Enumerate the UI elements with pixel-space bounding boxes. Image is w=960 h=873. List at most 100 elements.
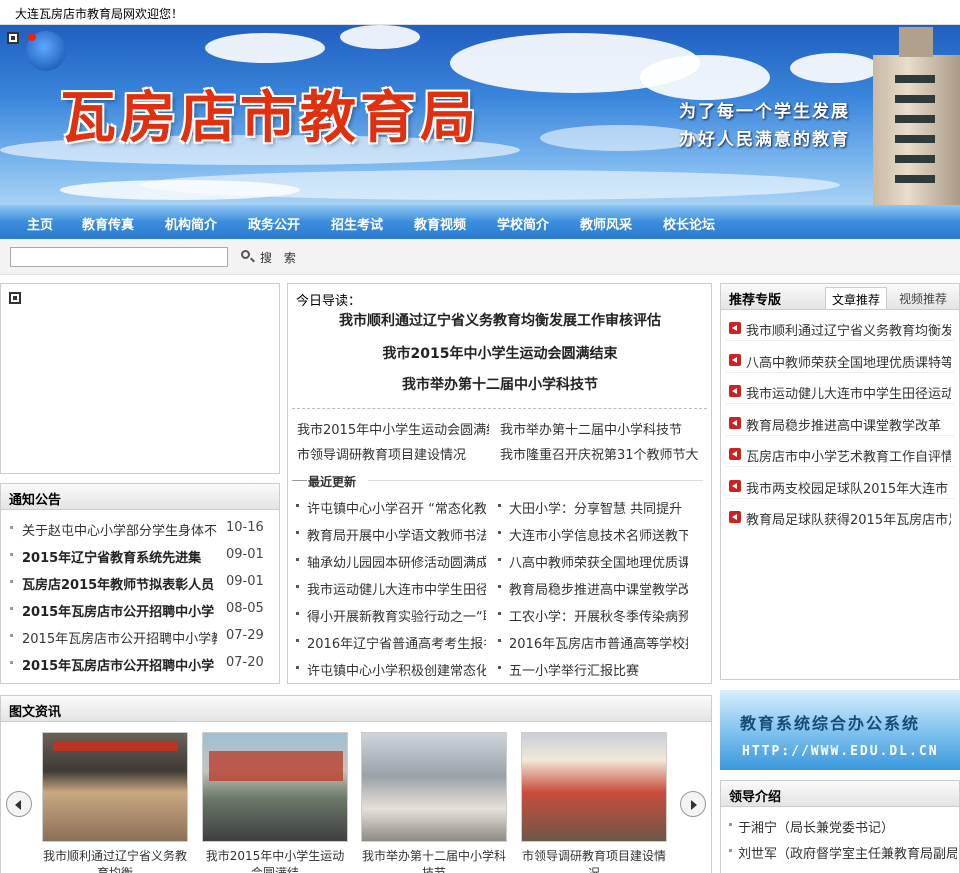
- notice-title-text[interactable]: 关于赵屯中心小学部分学生身体不适: [22, 520, 217, 539]
- updates-title: 最近更新: [308, 475, 357, 489]
- nav-teacher[interactable]: 教师风采: [580, 214, 632, 233]
- bullet-icon: [296, 639, 299, 642]
- nav-school-intro[interactable]: 学校简介: [497, 214, 549, 233]
- nav-video[interactable]: 教育视频: [414, 214, 466, 233]
- update-text[interactable]: 教育局稳步推进高中课堂教学改革: [509, 583, 688, 598]
- recommend-item[interactable]: 教育局足球队获得2015年瓦房店市足: [729, 509, 951, 528]
- update-item[interactable]: 教育局开展中小学语文教师书法培: [296, 525, 486, 544]
- notice-item[interactable]: 2015年瓦房店市公开招聘中小学教 07-29: [10, 628, 275, 647]
- update-item[interactable]: 大田小学：分享智慧 共同提升: [498, 498, 688, 517]
- recommend-text[interactable]: 瓦房店市中小学艺术教育工作自评情况: [746, 450, 951, 465]
- notice-item[interactable]: 2015年辽宁省教育系统先进集 09-01: [10, 547, 275, 566]
- photo-caption-3[interactable]: 我市举办第十二届中小学科技节: [359, 848, 509, 873]
- photo-caption-1[interactable]: 我市顺利通过辽宁省义务教育均衡: [40, 848, 190, 873]
- update-text[interactable]: 大连市小学信息技术名师送教下乡: [509, 529, 688, 544]
- notice-item[interactable]: 关于赵屯中心小学部分学生身体不适 10-16: [10, 520, 275, 539]
- recommend-text[interactable]: 我市运动健儿大连市中学生田径运动会: [746, 387, 951, 402]
- search-bar: 搜 索: [0, 239, 960, 275]
- tab-articles[interactable]: 文章推荐: [825, 287, 888, 309]
- update-item[interactable]: 2016年瓦房店市普通高等学校招: [498, 633, 688, 652]
- tab-videos[interactable]: 视频推荐: [893, 287, 953, 309]
- headline-1[interactable]: 我市顺利通过辽宁省义务教育均衡发展工作审核评估: [288, 310, 712, 330]
- update-text[interactable]: 2016年辽宁省普通高考考生报名: [307, 637, 486, 652]
- update-item[interactable]: 2016年辽宁省普通高考考生报名: [296, 633, 486, 652]
- bullet-icon: [498, 558, 501, 561]
- photo-caption-4[interactable]: 市领导调研教育项目建设情况: [519, 848, 669, 873]
- update-item[interactable]: 八高中教师荣获全国地理优质课特: [498, 552, 688, 571]
- recommend-item[interactable]: 我市运动健儿大连市中学生田径运动会: [729, 383, 951, 402]
- welcome-text: 大连瓦房店市教育局网欢迎您！: [15, 7, 184, 21]
- update-text[interactable]: 五一小学举行汇报比赛: [509, 664, 639, 679]
- today-link-1[interactable]: 我市2015年中小学生运动会圆满结: [297, 419, 489, 438]
- nav-org-intro[interactable]: 机构简介: [165, 214, 217, 233]
- update-item[interactable]: 许屯镇中心小学积极创建常态化教: [296, 660, 486, 679]
- photo-caption-2[interactable]: 我市2015年中小学生运动会圆满结: [200, 848, 350, 873]
- photo-3[interactable]: [361, 732, 507, 842]
- leader-item-1[interactable]: 于湘宁（局长兼党委书记）: [729, 817, 894, 836]
- update-text[interactable]: 大田小学：分享智慧 共同提升: [509, 502, 682, 517]
- nav-home[interactable]: 主页: [27, 214, 53, 233]
- update-item[interactable]: 大连市小学信息技术名师送教下乡: [498, 525, 688, 544]
- recommend-item[interactable]: 教育局稳步推进高中课堂教学改革: [729, 415, 951, 434]
- recommend-text[interactable]: 我市两支校园足球队2015年大连市: [746, 482, 948, 497]
- update-item[interactable]: 得小开展新教育实验行动之一“聆: [296, 606, 486, 625]
- notice-title-text[interactable]: 2015年瓦房店市公开招聘中小学: [22, 601, 217, 620]
- search-button[interactable]: 搜 索: [260, 249, 300, 266]
- update-text[interactable]: 许屯镇中心小学召开 “常态化教研: [307, 502, 486, 517]
- carousel-prev-icon[interactable]: [6, 791, 32, 817]
- headline-2[interactable]: 我市2015年中小学生运动会圆满结束: [288, 343, 712, 363]
- recommend-text[interactable]: 我市顺利通过辽宁省义务教育均衡发展: [746, 324, 951, 339]
- recommend-text[interactable]: 教育局稳步推进高中课堂教学改革: [746, 419, 941, 434]
- search-icon[interactable]: [241, 250, 250, 259]
- recommend-text[interactable]: 教育局足球队获得2015年瓦房店市足: [746, 513, 951, 528]
- bullet-icon: [296, 531, 299, 534]
- update-item[interactable]: 轴承幼儿园园本研修活动圆满成功: [296, 552, 486, 571]
- recommend-item[interactable]: 八高中教师荣获全国地理优质课特等奖: [729, 352, 951, 371]
- recommend-text[interactable]: 八高中教师荣获全国地理优质课特等奖: [746, 356, 951, 371]
- update-text[interactable]: 工农小学：开展秋冬季传染病预防: [509, 610, 688, 625]
- update-item[interactable]: 我市运动健儿大连市中学生田径运: [296, 579, 486, 598]
- leader-item-2[interactable]: 刘世军（政府督学室主任兼教育局副局: [729, 843, 957, 862]
- photo-4[interactable]: [521, 732, 667, 842]
- today-link-3[interactable]: 市领导调研教育项目建设情况: [297, 444, 489, 463]
- nav-gov-public[interactable]: 政务公开: [248, 214, 300, 233]
- update-item[interactable]: 教育局稳步推进高中课堂教学改革: [498, 579, 688, 598]
- recommend-item[interactable]: 瓦房店市中小学艺术教育工作自评情况: [729, 446, 951, 465]
- update-text[interactable]: 得小开展新教育实验行动之一“聆: [307, 610, 486, 625]
- update-item[interactable]: 五一小学举行汇报比赛: [498, 660, 688, 679]
- headline-3[interactable]: 我市举办第十二届中小学科技节: [288, 374, 712, 394]
- banner-toggle-icon[interactable]: [7, 32, 19, 44]
- notice-item[interactable]: 2015年瓦房店市公开招聘中小学 08-05: [10, 601, 275, 620]
- notice-title-text[interactable]: 瓦房店2015年教师节拟表彰人员: [22, 574, 217, 593]
- update-text[interactable]: 轴承幼儿园园本研修活动圆满成功: [307, 556, 486, 571]
- photo-2[interactable]: [202, 732, 348, 842]
- bullet-icon: [296, 666, 299, 669]
- nav-admission[interactable]: 招生考试: [331, 214, 383, 233]
- bullet-icon: [498, 639, 501, 642]
- notice-title-text[interactable]: 2015年瓦房店市公开招聘中小学教: [22, 628, 217, 647]
- update-text[interactable]: 许屯镇中心小学积极创建常态化教: [307, 664, 486, 679]
- notice-date: 10-16: [226, 520, 264, 535]
- update-text[interactable]: 教育局开展中小学语文教师书法培: [307, 529, 486, 544]
- today-link-4[interactable]: 我市隆重召开庆祝第31个教师节大: [500, 444, 700, 463]
- recommend-item[interactable]: 我市两支校园足球队2015年大连市: [729, 478, 951, 497]
- update-text[interactable]: 我市运动健儿大连市中学生田径运: [307, 583, 486, 598]
- carousel-next-icon[interactable]: [680, 791, 706, 817]
- today-link-2[interactable]: 我市举办第十二届中小学科技节: [500, 419, 700, 438]
- notice-item[interactable]: 瓦房店2015年教师节拟表彰人员 09-01: [10, 574, 275, 593]
- oa-system-banner[interactable]: 教育系统综合办公系统 HTTP://WWW.EDU.DL.CN: [720, 690, 960, 770]
- search-input[interactable]: [10, 247, 228, 267]
- notice-title-text[interactable]: 2015年辽宁省教育系统先进集: [22, 547, 217, 566]
- notice-item[interactable]: 2015年瓦房店市公开招聘中小学 07-20: [10, 655, 275, 674]
- update-text[interactable]: 八高中教师荣获全国地理优质课特: [509, 556, 688, 571]
- recommend-item[interactable]: 我市顺利通过辽宁省义务教育均衡发展: [729, 320, 951, 339]
- nav-edu-fax[interactable]: 教育传真: [82, 214, 134, 233]
- update-item[interactable]: 许屯镇中心小学召开 “常态化教研: [296, 498, 486, 517]
- nav-forum[interactable]: 校长论坛: [663, 214, 715, 233]
- divider: [726, 340, 954, 341]
- photo-1[interactable]: [42, 732, 188, 842]
- bullet-icon: [498, 612, 501, 615]
- update-text[interactable]: 2016年瓦房店市普通高等学校招: [509, 637, 688, 652]
- notice-title-text[interactable]: 2015年瓦房店市公开招聘中小学: [22, 655, 217, 674]
- update-item[interactable]: 工农小学：开展秋冬季传染病预防: [498, 606, 688, 625]
